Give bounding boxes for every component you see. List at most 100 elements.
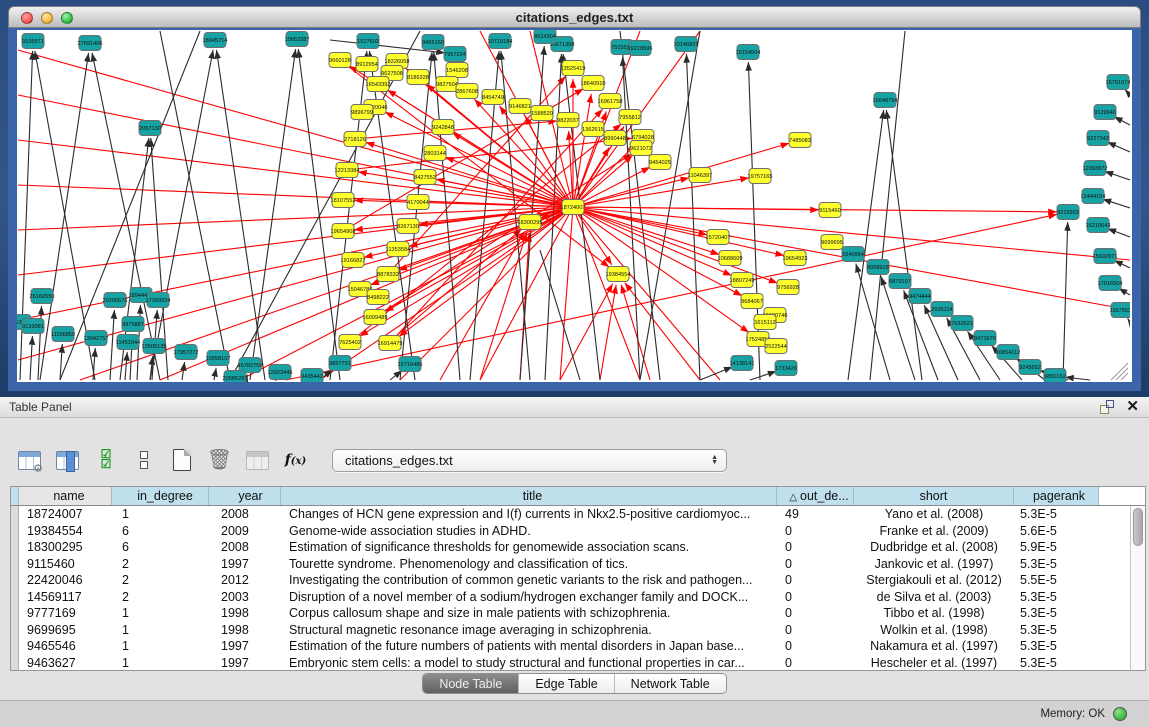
graph-node[interactable]: 9242848 [432, 120, 454, 135]
table-cell[interactable]: 18724007 [19, 506, 112, 523]
table-cell[interactable]: 1997 [209, 638, 281, 655]
graph-edge[interactable] [214, 368, 216, 380]
table-cell[interactable]: 5.3E-5 [1014, 605, 1099, 622]
graph-node[interactable]: 13942757 [84, 331, 109, 346]
table-cell[interactable]: 22420046 [19, 572, 112, 589]
graph-node[interactable]: 1588520 [531, 106, 553, 121]
table-cell[interactable]: Embryonic stem cells: a model to study s… [281, 655, 777, 671]
table-cell[interactable]: 5.6E-5 [1014, 523, 1099, 540]
graph-node[interactable]: 8454749 [482, 90, 504, 105]
graph-node[interactable]: 2867608 [456, 84, 478, 99]
graph-edge[interactable] [355, 121, 557, 139]
table-cell[interactable]: 1997 [209, 655, 281, 671]
table-cell[interactable]: 5.3E-5 [1014, 655, 1099, 671]
table-cell[interactable]: Yano et al. (2008) [854, 506, 1014, 523]
graph-node[interactable]: 9435442 [301, 369, 323, 383]
graph-edge[interactable] [150, 50, 213, 380]
graph-node[interactable]: 2718126 [344, 132, 366, 147]
graph-node[interactable]: 9115460 [819, 203, 841, 218]
graph-edge[interactable] [230, 31, 420, 380]
table-cell[interactable]: Genome-wide association studies in ADHD. [281, 523, 777, 540]
network-canvas[interactable]: 9105571276914061894571410653287152760294… [8, 28, 1141, 391]
graph-node[interactable]: 8427552 [414, 170, 436, 185]
table-cell[interactable]: 2 [112, 556, 209, 573]
graph-node[interactable]: 9129946 [1094, 105, 1116, 120]
graph-node[interactable]: 16914479 [378, 336, 403, 351]
table-row[interactable]: 1938455462009Genome-wide association stu… [11, 523, 1145, 540]
table-cell[interactable]: Nakamura et al. (1997) [854, 638, 1014, 655]
graph-node[interactable]: 16099489 [363, 310, 388, 325]
minimize-window-button[interactable] [41, 12, 53, 24]
scrollbar-thumb[interactable] [1133, 508, 1143, 546]
table-cell[interactable]: 18300295 [19, 539, 112, 556]
graph-node[interactable]: 17016504 [1098, 276, 1123, 291]
table-cell[interactable]: de Silva et al. (2003) [854, 589, 1014, 606]
table-cell[interactable]: 9699695 [19, 622, 112, 639]
graph-node[interactable]: 13505135 [142, 339, 167, 354]
graph-node[interactable]: 9245652 [1019, 360, 1041, 375]
function-builder-button[interactable]: f(x) [282, 447, 309, 473]
table-cell[interactable]: 2 [112, 589, 209, 606]
graph-node[interactable]: 13525419 [561, 61, 586, 76]
graph-edge[interactable] [390, 109, 603, 343]
new-table-button[interactable] [168, 447, 195, 473]
graph-node[interactable]: 10958107 [206, 351, 231, 366]
graph-node[interactable]: 12444154 [1081, 189, 1106, 204]
graph-node[interactable]: 20206576 [103, 293, 128, 308]
graph-node[interactable]: 1362615 [582, 122, 604, 137]
graph-node[interactable]: 18724007 [561, 200, 586, 215]
graph-node[interactable]: 10719184 [488, 34, 513, 49]
table-row[interactable]: 946554611997Estimation of the future num… [11, 638, 1145, 655]
table-cell[interactable]: 1 [112, 622, 209, 639]
graph-edge[interactable] [18, 140, 573, 207]
graph-node[interactable]: 9474444 [909, 289, 931, 304]
tab-edge-table[interactable]: Edge Table [519, 674, 614, 693]
graph-node[interactable]: 1615112 [754, 315, 776, 330]
graph-node[interactable]: 9684067 [741, 294, 763, 309]
table-row[interactable]: 946362711997Embryonic stem cells: a mode… [11, 655, 1145, 671]
table-row[interactable]: 969969511998Structural magnetic resonanc… [11, 622, 1145, 639]
column-header-out-degree[interactable]: △out_de... [777, 487, 854, 505]
graph-node[interactable]: 8990448 [604, 131, 626, 146]
graph-node[interactable]: 18300295 [518, 215, 543, 230]
table-cell[interactable]: 2003 [209, 589, 281, 606]
graph-edge[interactable] [38, 306, 42, 380]
graph-node[interactable]: 15692971 [1093, 249, 1118, 264]
table-cell[interactable]: 0 [777, 655, 854, 671]
graph-edge[interactable] [525, 116, 573, 207]
graph-edge[interactable] [18, 207, 573, 275]
table-cell[interactable]: 1 [112, 506, 209, 523]
graph-node[interactable]: 9133081 [22, 319, 44, 334]
graph-node[interactable]: 9756928 [777, 280, 799, 295]
graph-node[interactable]: 8186328 [407, 70, 429, 85]
graph-node[interactable]: 1640954 [842, 247, 864, 262]
graph-node[interactable]: 9227343 [1087, 131, 1109, 146]
graph-node[interactable]: 9975887 [122, 317, 144, 332]
graph-edge[interactable] [573, 207, 784, 256]
graph-node[interactable]: 7625402 [339, 335, 361, 350]
graph-edge[interactable] [573, 178, 749, 207]
zoom-window-button[interactable] [61, 12, 73, 24]
graph-node[interactable]: 18640910 [581, 76, 606, 91]
table-cell[interactable]: 2009 [209, 523, 281, 540]
table-scrollbar[interactable] [1130, 506, 1145, 670]
table-cell[interactable]: Stergiakouli et al. (2012) [854, 572, 1014, 589]
table-cell[interactable]: 1998 [209, 622, 281, 639]
graph-node[interactable]: 9827504 [436, 77, 458, 92]
table-cell[interactable]: 1998 [209, 605, 281, 622]
graph-node[interactable]: 9699695 [821, 235, 843, 250]
graph-edge[interactable] [298, 49, 340, 380]
table-row[interactable]: 1830029562008Estimation of significance … [11, 539, 1145, 556]
table-cell[interactable]: Estimation of the future numbers of pati… [281, 638, 777, 655]
graph-node[interactable]: 1527602 [357, 34, 379, 49]
graph-edge[interactable] [452, 133, 573, 207]
table-cell[interactable]: 5.3E-5 [1014, 556, 1099, 573]
table-cell[interactable]: 5.3E-5 [1014, 506, 1099, 523]
delete-column-button[interactable] [244, 447, 271, 473]
table-cell[interactable]: Dudbridge et al. (2008) [854, 539, 1014, 556]
memory-ok-indicator[interactable] [1113, 707, 1127, 721]
graph-node[interactable]: 17957272 [174, 345, 199, 360]
graph-edge[interactable] [30, 336, 32, 380]
graph-node[interactable]: 7957224 [444, 47, 466, 62]
graph-node[interactable]: 9146821 [509, 99, 531, 114]
